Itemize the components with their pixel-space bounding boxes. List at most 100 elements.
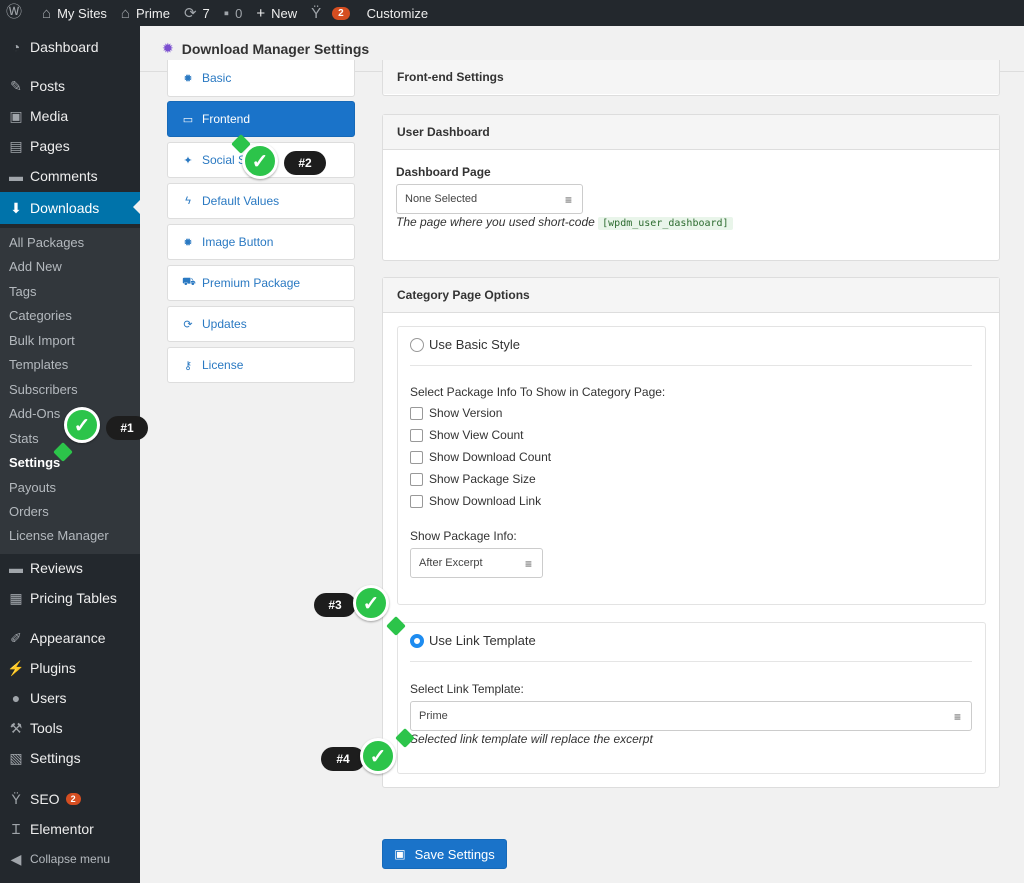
menu-pricing-tables[interactable]: ▦ Pricing Tables: [0, 583, 140, 613]
show-version-label: Show Version: [429, 406, 503, 420]
tab-default-values-label: Default Values: [202, 194, 280, 208]
show-version-checkbox[interactable]: Show Version: [410, 406, 502, 420]
dashboard-page-value: None Selected: [405, 193, 478, 205]
save-icon: ▣: [394, 847, 406, 861]
refresh-icon: ⟳: [183, 4, 197, 22]
menu-lines-icon: ≡: [524, 557, 532, 571]
use-link-template-radio[interactable]: Use Link Template: [410, 633, 536, 648]
menu-tools-label: Tools: [30, 720, 63, 736]
site-name-link[interactable]: ⌂ Prime: [114, 0, 177, 26]
checkmark-icon: ✓: [251, 150, 269, 173]
menu-dashboard[interactable]: ◔ Dashboard: [0, 32, 140, 62]
checkbox[interactable]: [410, 450, 423, 464]
collapse-menu-button[interactable]: ◀ Collapse menu: [0, 844, 140, 874]
check-marker-1: ✓: [64, 407, 100, 443]
radio-link-template[interactable]: [410, 633, 424, 648]
customize-link[interactable]: Customize: [357, 0, 435, 26]
tab-premium-package-label: Premium Package: [202, 276, 301, 290]
submenu-templates[interactable]: Templates: [9, 354, 68, 374]
plus-icon: +: [256, 4, 266, 22]
submenu-all-packages[interactable]: All Packages: [9, 232, 84, 252]
collapse-icon: ◀: [10, 850, 22, 867]
wordpress-icon: Ⓦ: [6, 4, 23, 21]
submenu-tags[interactable]: Tags: [9, 281, 36, 301]
menu-downloads[interactable]: ⬇ Downloads: [0, 192, 140, 224]
checkbox[interactable]: [410, 428, 423, 442]
use-basic-style-radio[interactable]: Use Basic Style: [410, 337, 520, 352]
menu-plugins[interactable]: ⚡ Plugins: [0, 653, 140, 683]
submenu-add-ons[interactable]: Add-Ons: [9, 403, 60, 423]
menu-pages[interactable]: ▤ Pages: [0, 131, 140, 161]
updates-link[interactable]: ⟳ 7: [177, 0, 217, 26]
tab-basic-label: Basic: [202, 71, 232, 85]
annotation-tag-3: #3: [314, 593, 356, 617]
settings-icon: ▧: [9, 749, 23, 766]
new-content-link[interactable]: + New: [249, 0, 304, 26]
tab-frontend[interactable]: ▭ Frontend: [167, 101, 355, 137]
tab-default-values[interactable]: ϟ Default Values: [167, 183, 355, 219]
bolt-icon: ϟ: [185, 195, 191, 207]
updates-count: 7: [202, 5, 210, 21]
checkbox[interactable]: [410, 472, 423, 486]
menu-appearance[interactable]: ✐ Appearance: [0, 623, 140, 653]
elementor-icon: Ɪ: [12, 820, 20, 837]
show-package-info-select[interactable]: After Excerpt ≡: [410, 548, 543, 578]
page-title: Download Manager Settings: [181, 40, 370, 57]
show-download-count-checkbox[interactable]: Show Download Count: [410, 450, 551, 464]
tab-basic[interactable]: ✹ Basic: [167, 60, 355, 97]
submenu-payouts[interactable]: Payouts: [9, 477, 56, 497]
checkmark-icon: ✓: [73, 414, 91, 437]
comments-link[interactable]: ▪ 0: [217, 0, 250, 26]
submenu-stats[interactable]: Stats: [9, 428, 39, 448]
submenu-add-new[interactable]: Add New: [9, 256, 62, 276]
submenu-subscribers[interactable]: Subscribers: [9, 379, 78, 399]
submenu-bulk-import[interactable]: Bulk Import: [9, 330, 75, 350]
seo-adminbar-link[interactable]: Ÿ 2: [304, 0, 357, 26]
menu-comments-label: Comments: [30, 168, 98, 184]
check-marker-4: ✓: [360, 738, 396, 774]
menu-posts[interactable]: ✎ Posts: [0, 71, 140, 101]
tab-premium-package[interactable]: ⛟ Premium Package: [167, 265, 355, 301]
menu-seo[interactable]: Ÿ SEO 2: [0, 784, 140, 814]
brush-icon: ✐: [10, 629, 22, 646]
checkbox[interactable]: [410, 494, 423, 508]
my-sites-link[interactable]: ⌂ My Sites: [35, 0, 114, 26]
dashboard-page-label: Dashboard Page: [396, 165, 491, 179]
link-template-select[interactable]: Prime ≡: [410, 701, 972, 731]
submenu-license-manager[interactable]: License Manager: [9, 525, 109, 545]
menu-media[interactable]: ▣ Media: [0, 101, 140, 131]
menu-pricing-tables-label: Pricing Tables: [30, 590, 117, 606]
save-settings-button[interactable]: ▣ Save Settings: [382, 839, 507, 869]
menu-downloads-label: Downloads: [30, 200, 100, 216]
dashboard-page-select[interactable]: None Selected ≡: [396, 184, 583, 214]
media-icon: ▣: [9, 107, 23, 124]
menu-tools[interactable]: ⚒ Tools: [0, 713, 140, 743]
show-view-count-label: Show View Count: [429, 428, 524, 442]
tab-license[interactable]: ⚷ License: [167, 347, 355, 383]
submenu-categories[interactable]: Categories: [9, 305, 72, 325]
menu-settings[interactable]: ▧ Settings: [0, 743, 140, 773]
menu-users[interactable]: ● Users: [0, 683, 140, 713]
submenu-settings[interactable]: Settings: [9, 452, 60, 472]
show-view-count-checkbox[interactable]: Show View Count: [410, 428, 524, 442]
submenu-orders[interactable]: Orders: [9, 501, 49, 521]
cart-icon: ⛟: [182, 276, 196, 288]
menu-lines-icon: ≡: [953, 710, 961, 724]
menu-reviews[interactable]: ▬ Reviews: [0, 553, 140, 583]
menu-elementor[interactable]: Ɪ Elementor: [0, 814, 140, 844]
show-package-size-checkbox[interactable]: Show Package Size: [410, 472, 536, 486]
tab-image-button[interactable]: ✹ Image Button: [167, 224, 355, 260]
menu-comments[interactable]: ▬ Comments: [0, 161, 140, 191]
tab-updates[interactable]: ⟳ Updates: [167, 306, 355, 342]
menu-pages-label: Pages: [30, 138, 70, 154]
user-dashboard-title: User Dashboard: [383, 115, 999, 150]
wordpress-logo-button[interactable]: Ⓦ: [0, 0, 35, 26]
show-download-link-checkbox[interactable]: Show Download Link: [410, 494, 541, 508]
gear-icon: ✹: [183, 236, 193, 249]
user-icon: ●: [11, 690, 21, 706]
select-info-label: Select Package Info To Show in Category …: [410, 385, 666, 399]
dashboard-help-text: The page where you used short-code: [396, 215, 595, 229]
checkbox[interactable]: [410, 406, 423, 420]
customize-label: Customize: [366, 5, 429, 21]
radio-basic-style[interactable]: [410, 337, 424, 352]
